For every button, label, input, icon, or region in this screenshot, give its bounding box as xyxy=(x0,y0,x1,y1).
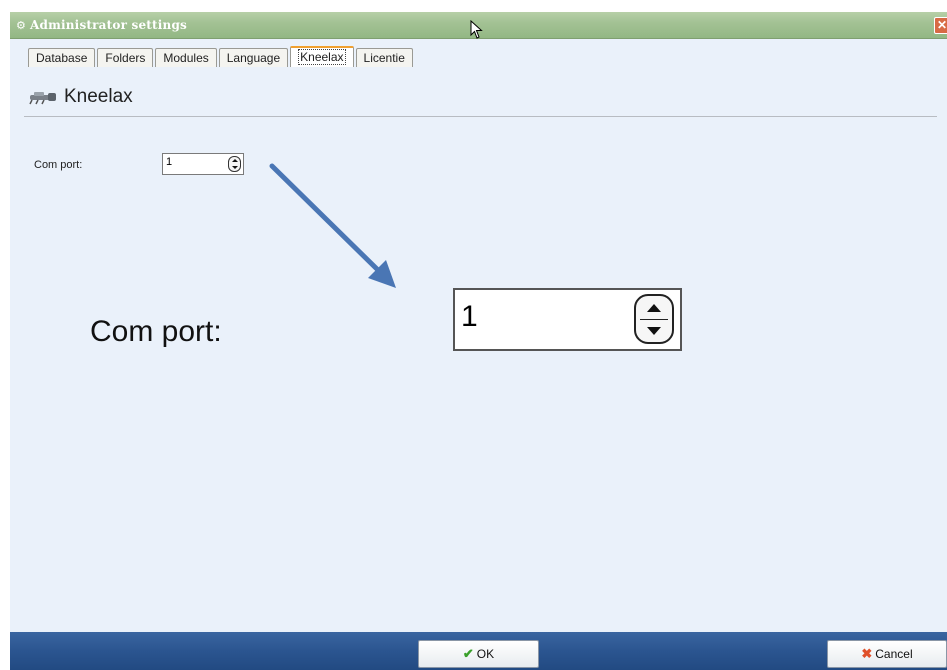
ok-label: OK xyxy=(476,647,495,661)
zoomed-spinner-buttons xyxy=(634,294,674,344)
tab-label: Language xyxy=(226,51,281,65)
tab-kneelax[interactable]: Kneelax xyxy=(290,46,354,67)
zoomed-up-arrow-icon xyxy=(639,298,669,318)
tab-label: Folders xyxy=(105,51,146,65)
com-port-value[interactable]: 1 xyxy=(166,156,172,168)
close-button[interactable]: ✕ xyxy=(934,17,947,34)
tab-label: Kneelax xyxy=(298,49,346,65)
zoomed-com-port-label: Com port: xyxy=(90,315,222,348)
callout-arrow xyxy=(269,163,396,288)
zoomed-com-port-spinner: 1 xyxy=(453,288,682,351)
checkmark-icon: ✔ xyxy=(462,646,474,661)
tab-licentie[interactable]: Licentie xyxy=(355,48,413,67)
admin-settings-window: ⚙ Administrator settings ✕ Database Fold… xyxy=(10,12,947,670)
tab-label: Licentie xyxy=(363,51,405,65)
spin-down-icon[interactable] xyxy=(232,166,238,169)
page-header: Kneelax xyxy=(28,82,133,112)
zoomed-down-arrow-icon xyxy=(639,321,669,341)
com-port-label: Com port: xyxy=(34,159,83,171)
kneelax-device-icon xyxy=(29,92,56,105)
spinner-buttons[interactable] xyxy=(228,156,241,172)
page-title: Kneelax xyxy=(64,86,133,107)
mouse-cursor-icon xyxy=(470,20,483,39)
tab-database[interactable]: Database xyxy=(28,48,96,67)
tab-folders[interactable]: Folders xyxy=(97,48,154,67)
x-icon: ✖ xyxy=(861,646,873,661)
header-divider xyxy=(24,116,937,117)
tab-modules[interactable]: Modules xyxy=(155,48,217,67)
ok-button[interactable]: ✔ OK xyxy=(418,640,539,668)
title-bar[interactable]: ⚙ Administrator settings ✕ xyxy=(10,12,947,39)
tab-strip: Database Folders Modules Language Kneela… xyxy=(28,46,415,68)
tab-label: Database xyxy=(36,51,88,65)
zoomed-com-port-value: 1 xyxy=(461,300,478,333)
spin-up-icon[interactable] xyxy=(232,159,238,162)
tab-label: Modules xyxy=(163,51,209,65)
com-port-spinner[interactable]: 1 xyxy=(162,153,244,175)
tab-language[interactable]: Language xyxy=(218,48,289,67)
app-icon: ⚙ xyxy=(16,20,26,32)
cancel-label: Cancel xyxy=(875,647,913,661)
cancel-button[interactable]: ✖ Cancel xyxy=(827,640,947,668)
window-title: Administrator settings xyxy=(30,18,187,32)
button-bar: ✔ OK ✖ Cancel xyxy=(10,632,947,670)
